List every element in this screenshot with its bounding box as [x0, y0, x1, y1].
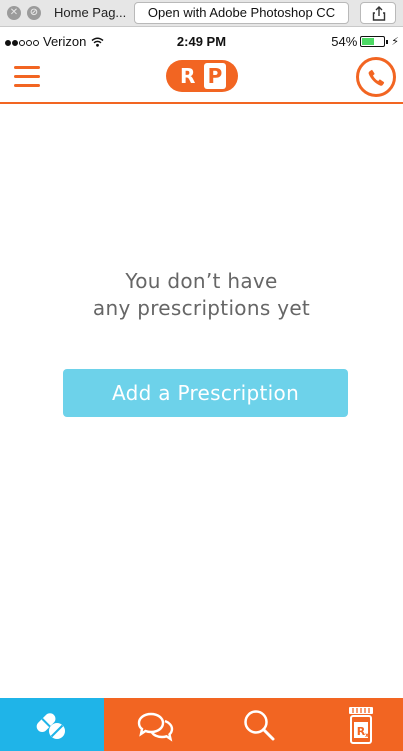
phone-icon [368, 69, 385, 86]
share-button[interactable] [360, 2, 396, 24]
empty-state-line-2: any prescriptions yet [92, 296, 311, 320]
pills-icon [36, 713, 65, 739]
tab-pills[interactable] [0, 698, 104, 751]
tab-search[interactable] [204, 698, 304, 751]
chat-icon [137, 712, 174, 742]
status-bar: Verizon 2:49 PM 54% ⚡ [0, 28, 403, 54]
close-window-button[interactable]: ✕ [7, 6, 21, 20]
open-with-button[interactable]: Open with Adobe Photoshop CC [134, 2, 349, 24]
bottom-tab-bar: R x [0, 698, 403, 751]
tab-chat[interactable] [104, 698, 204, 751]
rx-bottle-icon: R x [349, 707, 373, 744]
app-logo: R P [166, 60, 238, 92]
add-prescription-button[interactable]: Add a Prescription [63, 369, 348, 417]
battery-percent: 54% [331, 34, 358, 49]
svg-text:x: x [365, 732, 369, 739]
logo-letter-r: R [180, 64, 196, 88]
window-toolbar: ✕ ⊘ Home Pag... Open with Adobe Photosho… [0, 0, 403, 27]
search-icon [244, 710, 275, 741]
call-button[interactable] [356, 57, 396, 97]
window-title: Home Pag... [54, 5, 127, 20]
minimize-window-button[interactable]: ⊘ [27, 6, 41, 20]
share-icon [372, 6, 386, 21]
app-header: R P [0, 54, 403, 104]
empty-state-message: You don’t have any prescriptions yet [0, 268, 403, 322]
empty-state-line-1: You don’t have [125, 269, 278, 293]
tab-rx[interactable]: R x [304, 698, 403, 751]
logo-letter-p: P [204, 63, 226, 89]
charging-icon: ⚡ [391, 36, 399, 48]
menu-icon[interactable] [14, 66, 40, 88]
battery-icon [360, 36, 389, 47]
